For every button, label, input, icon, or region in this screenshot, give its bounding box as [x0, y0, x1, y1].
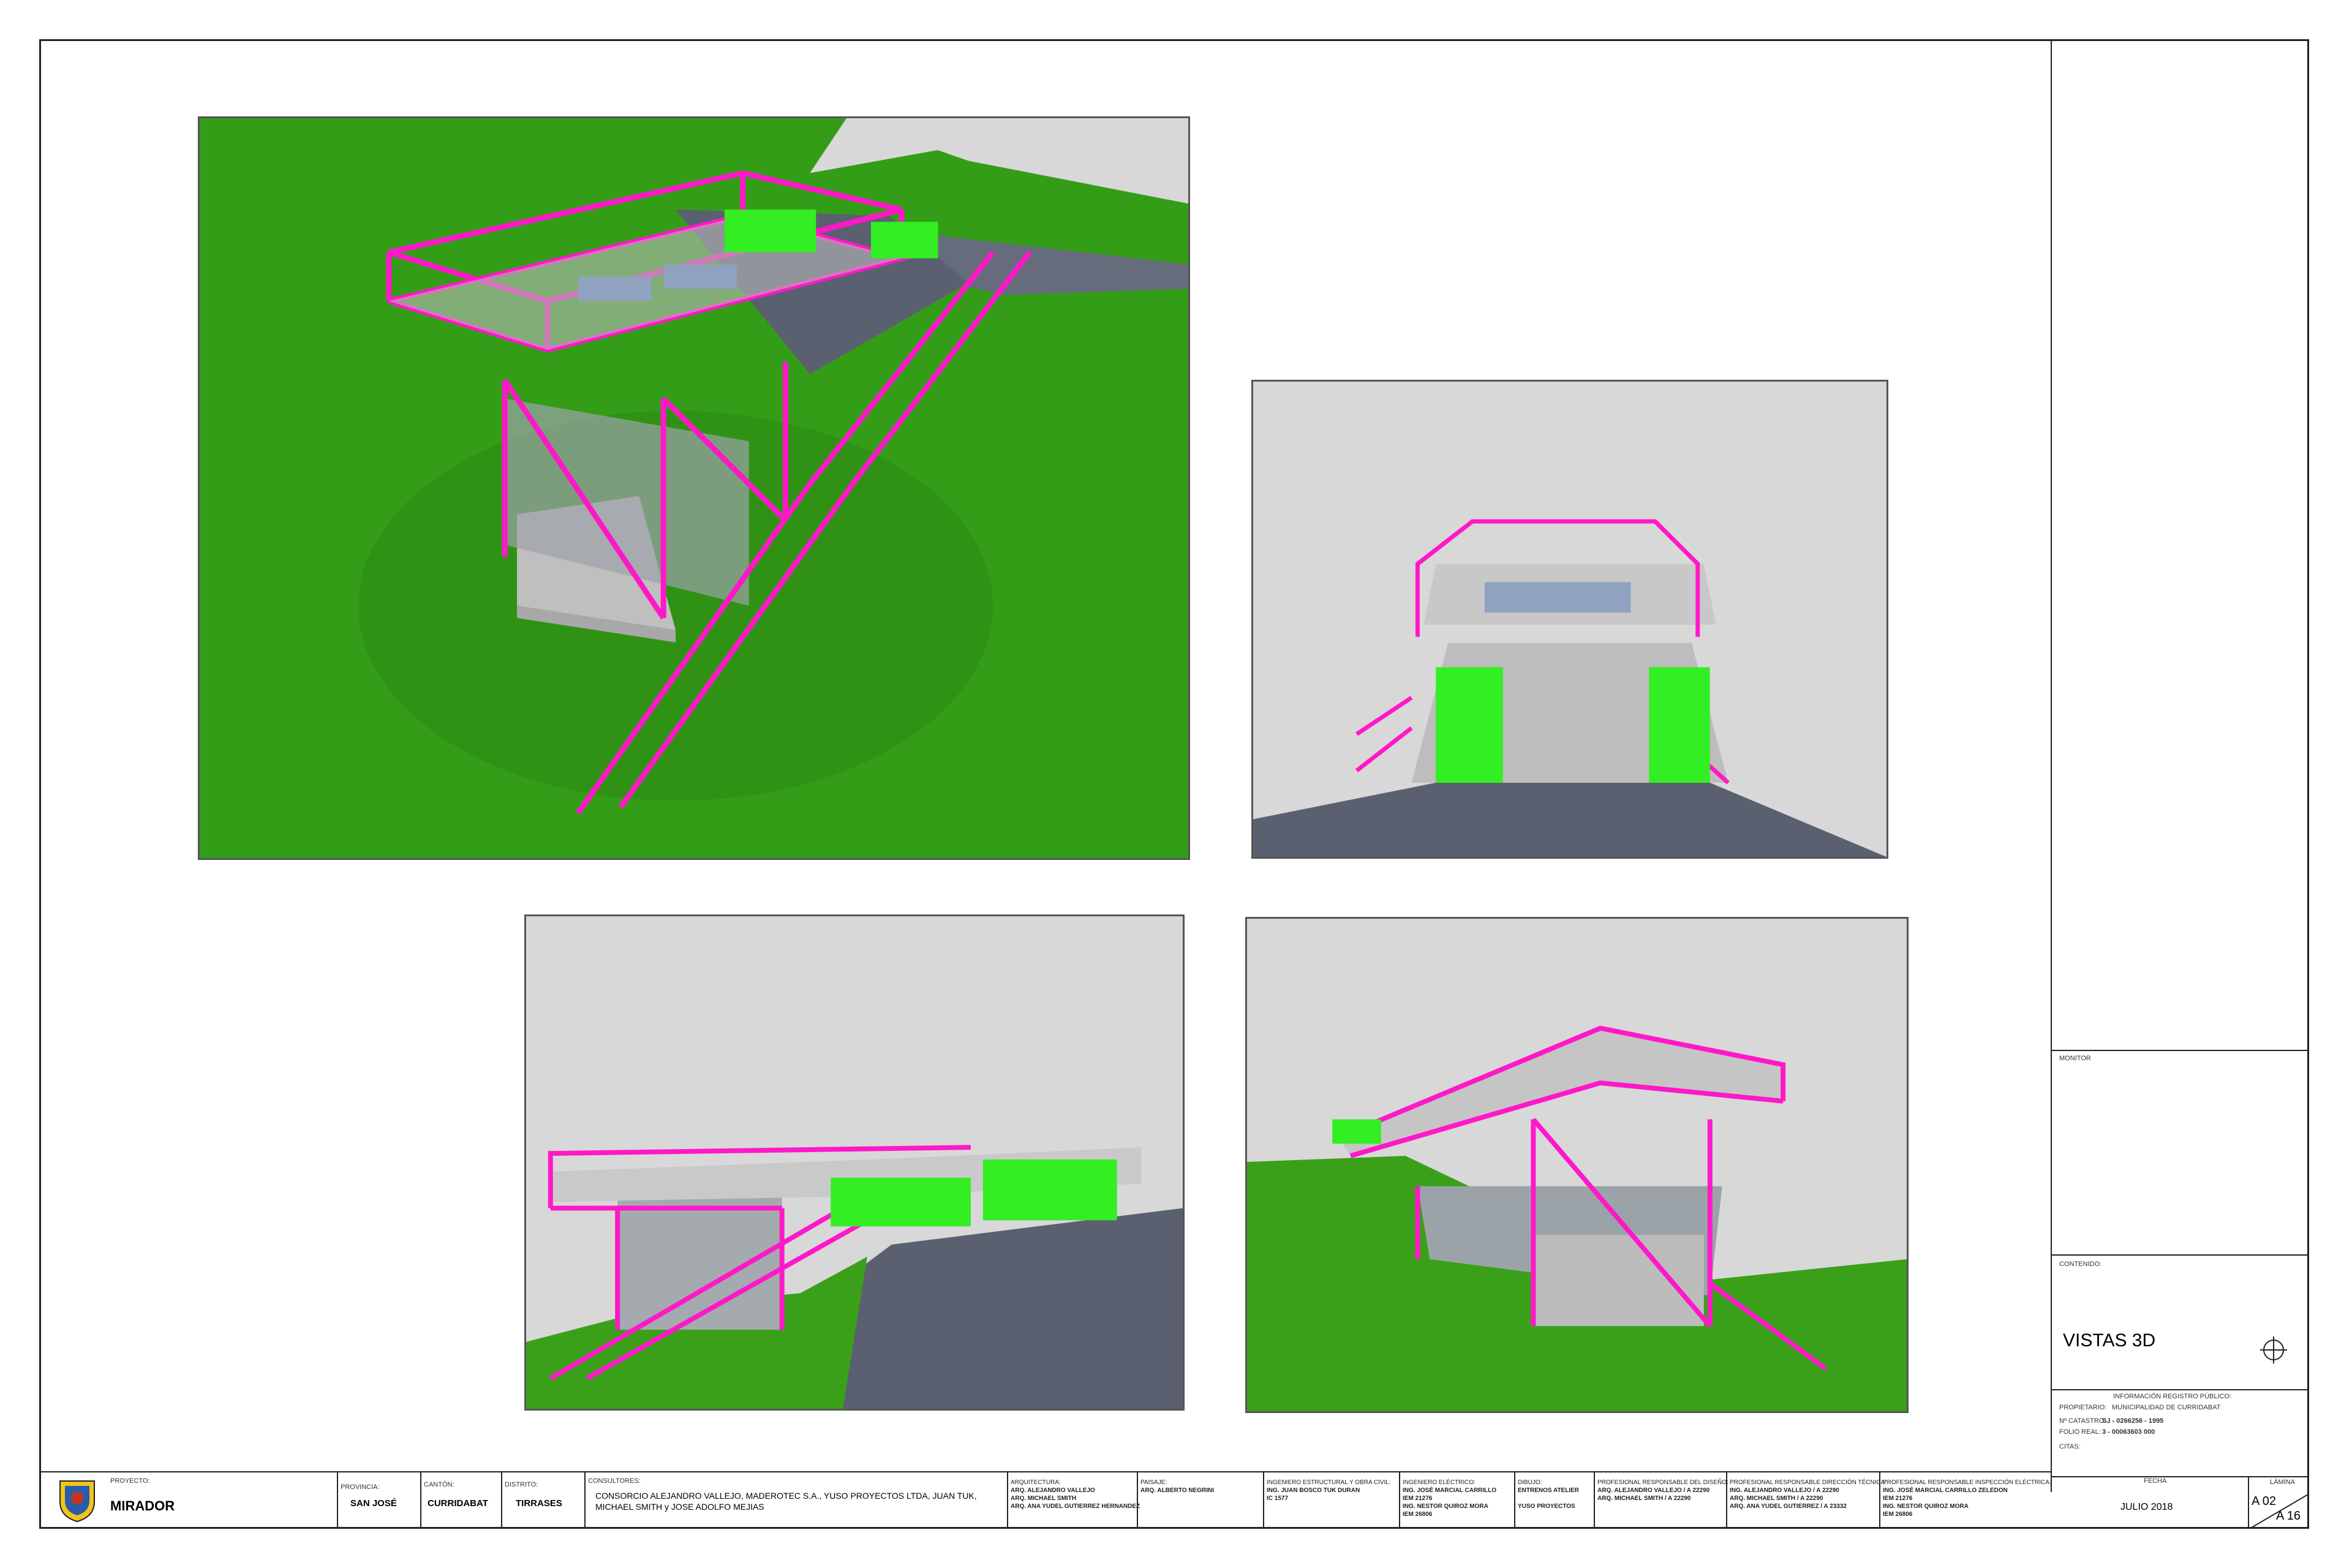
front-view: [1251, 380, 1888, 859]
arquitectura-3: ARQ. ANA YUDEL GUTIERREZ HERNANDEZ: [1011, 1503, 1140, 1510]
inspeccion-2: IEM 21276: [1883, 1495, 1913, 1502]
title-block-rule: [337, 1471, 338, 1529]
left-view: [524, 914, 1185, 1411]
dibujo-1: ENTRENOS ATELIER: [1518, 1487, 1580, 1494]
registro-title: INFORMACIÓN REGISTRO PÚBLICO:: [2113, 1393, 2232, 1400]
estructural-2: IC 1577: [1267, 1495, 1289, 1502]
propietario-label: PROPIETARIO:: [2059, 1404, 2107, 1411]
title-block-rule: [1137, 1471, 1138, 1529]
lamina-divider: [2251, 1494, 2309, 1528]
consultores-label: CONSULTORES:: [588, 1477, 641, 1485]
diseno-1: ARQ. ALEJANDRO VALLEJO / A 22290: [1597, 1487, 1710, 1494]
isometric-view: [198, 116, 1190, 860]
inspeccion-4: IEM 26806: [1883, 1511, 1913, 1518]
title-block-rule: [1726, 1471, 1727, 1529]
municipal-logo: [58, 1477, 97, 1523]
contenido-value: VISTAS 3D: [2063, 1330, 2156, 1351]
inspeccion-label: PROFESIONAL RESPONSABLE INSPECCIÓN ELÉCT…: [1883, 1479, 2051, 1486]
distrito-label: DISTRITO:: [505, 1481, 538, 1488]
right-render: [1247, 919, 1907, 1411]
paisaje-block: PAISAJE: ARQ. ALBERTO NEGRINI: [1140, 1479, 1214, 1494]
title-block-rule: [1263, 1471, 1264, 1529]
diseno-2: ARQ. MICHAEL SMITH / A 22290: [1597, 1495, 1691, 1502]
propietario-value: MUNICIPALIDAD DE CURRIDABAT: [2112, 1404, 2221, 1411]
distrito-value: TIRRASES: [516, 1498, 562, 1509]
estructural-block: INGENIERO ESTRUCTURAL Y OBRA CIVIL: ING.…: [1267, 1479, 1391, 1502]
arquitectura-1: ARQ. ALEJANDRO VALLEJO: [1011, 1487, 1095, 1494]
arquitectura-2: ARQ. MICHAEL SMITH: [1011, 1495, 1077, 1502]
side-panel-rule: [2051, 1050, 2309, 1051]
electrico-3: ING. NESTOR QUIROZ MORA: [1403, 1503, 1488, 1510]
inspeccion-block: PROFESIONAL RESPONSABLE INSPECCIÓN ELÉCT…: [1883, 1479, 2051, 1518]
direccion-2: ARQ. MICHAEL SMITH / A 22290: [1730, 1495, 1823, 1502]
provincia-label: PROVINCIA:: [341, 1483, 380, 1491]
direccion-label: PROFESIONAL RESPONSABLE DIRECCIÓN TÉCNIC…: [1730, 1479, 1887, 1486]
monitor-label: MONITOR: [2059, 1055, 2091, 1062]
dibujo-block: DIBUJO: ENTRENOS ATELIER YUSO PROYECTOS: [1518, 1479, 1579, 1510]
folio-label: FOLIO REAL:: [2059, 1428, 2101, 1436]
paisaje-1: ARQ. ALBERTO NEGRINI: [1140, 1487, 1215, 1494]
title-block-rule: [1007, 1471, 1008, 1529]
isometric-render: [200, 118, 1188, 858]
front-render: [1253, 382, 1887, 857]
title-block-rule: [39, 1471, 2052, 1472]
side-panel-rule: [2051, 1389, 2309, 1390]
dibujo-label: DIBUJO:: [1518, 1479, 1542, 1486]
folio-value: 3 - 00063603 000: [2102, 1428, 2155, 1436]
title-block-rule: [1514, 1471, 1515, 1529]
fecha-label: FECHA: [2144, 1477, 2167, 1485]
fecha-value: JULIO 2018: [2120, 1502, 2173, 1512]
direccion-block: PROFESIONAL RESPONSABLE DIRECCIÓN TÉCNIC…: [1730, 1479, 1887, 1510]
arquitectura-label: ARQUITECTURA:: [1011, 1479, 1061, 1486]
title-block-rule: [501, 1471, 502, 1529]
dibujo-2: YUSO PROYECTOS: [1518, 1503, 1575, 1510]
consultores-line1: CONSORCIO ALEJANDRO VALLEJO, MADEROTEC S…: [595, 1491, 977, 1501]
right-view: [1245, 917, 1909, 1413]
electrico-2: IEM 21276: [1403, 1495, 1433, 1502]
proyecto-value: MIRADOR: [110, 1498, 175, 1513]
title-block-rule: [420, 1471, 421, 1529]
diseno-block: PROFESIONAL RESPONSABLE DEL DISEÑO: ARQ.…: [1597, 1479, 1728, 1502]
citas-label: CITAS:: [2059, 1443, 2081, 1450]
consultores-line2: MICHAEL SMITH y JOSE ADOLFO MEJIAS: [595, 1502, 764, 1512]
estructural-1: ING. JUAN BOSCO TUK DURAN: [1267, 1487, 1360, 1494]
inspeccion-3: ING. NESTOR QUIROZ MORA: [1883, 1503, 1969, 1510]
north-arrow-icon: [2260, 1336, 2287, 1363]
side-panel-rule: [2051, 1476, 2309, 1477]
direccion-3: ARQ. ANA YUDEL GUTIERREZ / A 23332: [1730, 1503, 1847, 1510]
provincia-value: SAN JOSÉ: [350, 1498, 397, 1509]
diseno-label: PROFESIONAL RESPONSABLE DEL DISEÑO:: [1597, 1479, 1728, 1486]
lamina-label: LÁMINA: [2270, 1479, 2295, 1486]
electrico-4: IEM 26806: [1403, 1511, 1433, 1518]
canton-label: CANTÓN:: [424, 1481, 454, 1488]
side-panel-divider: [2051, 39, 2052, 1492]
inspeccion-1: ING. JOSÉ MARCIAL CARRILLO ZELEDON: [1883, 1487, 2008, 1494]
electrico-label: INGENIERO ELÉCTRICO:: [1403, 1479, 1476, 1486]
canton-value: CURRIDABAT: [428, 1498, 488, 1509]
catastro-value: SJ - 0266256 - 1995: [2102, 1417, 2164, 1425]
title-block-rule: [1399, 1471, 1400, 1529]
electrico-1: ING. JOSÉ MARCIAL CARRILLO: [1403, 1487, 1497, 1494]
title-block-rule: [584, 1471, 586, 1529]
catastro-label: Nº CATASTRO:: [2059, 1417, 2106, 1425]
arquitectura-block: ARQUITECTURA: ARQ. ALEJANDRO VALLEJO ARQ…: [1011, 1479, 1140, 1510]
title-block-rule: [1879, 1471, 1880, 1529]
proyecto-label: PROYECTO:: [110, 1477, 150, 1485]
title-block-rule: [1594, 1471, 1595, 1529]
estructural-label: INGENIERO ESTRUCTURAL Y OBRA CIVIL:: [1267, 1479, 1391, 1486]
direccion-1: ING. ALEJANDRO VALLEJO / A 22290: [1730, 1487, 1839, 1494]
electrico-block: INGENIERO ELÉCTRICO: ING. JOSÉ MARCIAL C…: [1403, 1479, 1496, 1518]
side-panel-rule: [2248, 1476, 2249, 1529]
paisaje-label: PAISAJE:: [1140, 1479, 1167, 1486]
contenido-label: CONTENIDO:: [2059, 1261, 2102, 1268]
side-panel-rule: [2051, 1254, 2309, 1256]
left-render: [526, 916, 1183, 1409]
